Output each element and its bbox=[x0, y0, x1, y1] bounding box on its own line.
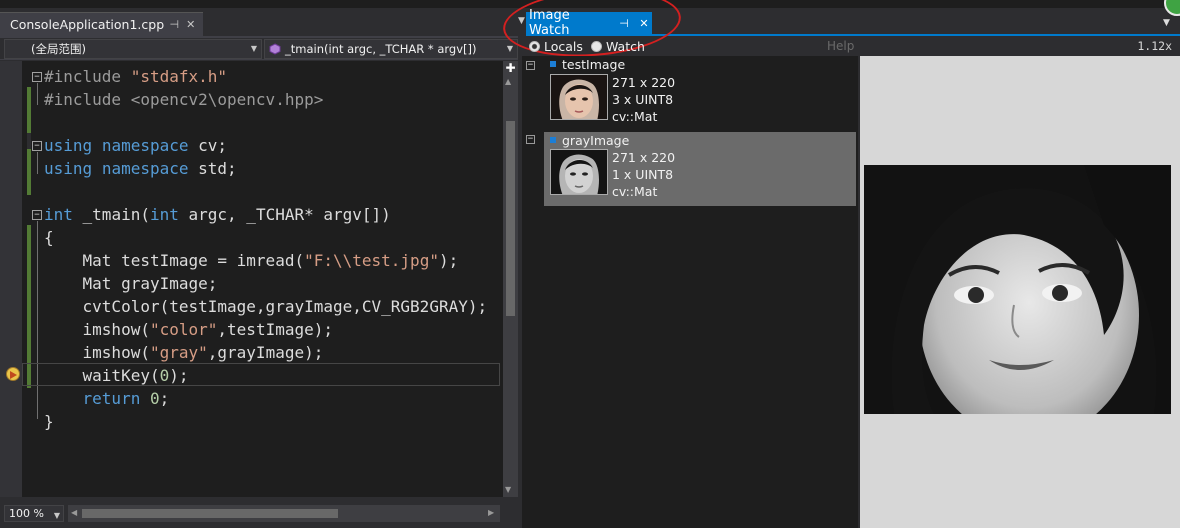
horizontal-scrollbar[interactable]: ◀ ▶ bbox=[68, 505, 500, 522]
code-line: imshow("gray",grayImage); bbox=[44, 343, 324, 362]
scope-dropdown-value: (全局范围) bbox=[31, 42, 86, 56]
code-line: imshow("color",testImage); bbox=[44, 320, 333, 339]
item-meta: 271 x 220 1 x UINT8 cv::Mat bbox=[612, 149, 675, 200]
image-bullet-icon bbox=[550, 137, 556, 143]
zoom-level: 1.12x bbox=[1137, 39, 1172, 53]
function-dropdown-value: _tmain(int argc, _TCHAR * argv[]) bbox=[285, 42, 477, 56]
code-line-current: waitKey(0); bbox=[44, 366, 189, 385]
scroll-down-icon[interactable]: ▼ bbox=[505, 485, 511, 494]
item-dims: 271 x 220 bbox=[612, 75, 676, 90]
code-line: cvtColor(testImage,grayImage,CV_RGB2GRAY… bbox=[44, 297, 488, 316]
scroll-up-icon[interactable]: ▲ bbox=[505, 77, 511, 86]
code-editor-pane: ConsoleApplication1.cpp ⊣ ✕ (全局范围) ▼ _tm… bbox=[0, 8, 518, 528]
watch-label[interactable]: Watch bbox=[606, 39, 645, 54]
scroll-left-icon[interactable]: ◀ bbox=[71, 508, 77, 517]
code-line: Mat testImage = imread("F:\\test.jpg"); bbox=[44, 251, 459, 270]
collapse-icon[interactable]: − bbox=[526, 61, 535, 70]
vertical-scrollbar[interactable]: ✚ ▲ ▼ bbox=[503, 61, 518, 497]
locals-label[interactable]: Locals bbox=[544, 39, 583, 54]
editor-status-bar: 100 % ▼ ◀ ▶ bbox=[0, 503, 518, 528]
tab-console-application-cpp[interactable]: ConsoleApplication1.cpp ⊣ ✕ bbox=[0, 12, 203, 36]
item-type: cv::Mat bbox=[612, 184, 658, 199]
code-line: } bbox=[44, 412, 54, 431]
chevron-down-icon: ▼ bbox=[53, 511, 60, 520]
collapse-icon[interactable]: − bbox=[32, 72, 42, 82]
zoom-value: 100 % bbox=[9, 507, 44, 520]
item-dims: 271 x 220 bbox=[612, 150, 676, 165]
close-icon[interactable]: ✕ bbox=[185, 18, 197, 31]
code-line: Mat grayImage; bbox=[44, 274, 218, 293]
method-icon bbox=[269, 43, 281, 55]
item-name: grayImage bbox=[562, 133, 630, 148]
function-dropdown[interactable]: _tmain(int argc, _TCHAR * argv[]) ▼ bbox=[264, 39, 518, 59]
navigation-bar: (全局范围) ▼ _tmain(int argc, _TCHAR * argv[… bbox=[0, 38, 518, 60]
glyph-margin[interactable] bbox=[0, 61, 22, 497]
watch-radio[interactable] bbox=[591, 41, 602, 52]
image-watch-toolbar: Locals Watch Help 1.12x bbox=[526, 38, 1180, 56]
scope-dropdown[interactable]: (全局范围) ▼ bbox=[4, 39, 262, 59]
scroll-right-icon[interactable]: ▶ bbox=[488, 508, 494, 517]
code-line: { bbox=[44, 228, 54, 247]
code-line: return 0; bbox=[44, 389, 170, 408]
image-viewer[interactable] bbox=[860, 56, 1180, 528]
code-line: #include <opencv2\opencv.hpp> bbox=[44, 90, 324, 109]
image-bullet-icon bbox=[550, 61, 556, 67]
list-item-test-image[interactable]: testImage 271 x 220 3 x UINT8 cv::Mat bbox=[544, 56, 856, 130]
locals-radio[interactable] bbox=[529, 41, 540, 52]
code-line: using namespace cv; bbox=[44, 136, 228, 155]
current-statement-icon[interactable] bbox=[6, 367, 20, 381]
collapse-icon[interactable]: − bbox=[32, 210, 42, 220]
gray-image-thumbnail bbox=[550, 149, 608, 195]
code-area[interactable]: − − − #include "stdafx.h" #include <open… bbox=[0, 61, 503, 497]
color-image-thumbnail bbox=[550, 74, 608, 120]
chevron-down-icon: ▼ bbox=[250, 44, 257, 53]
collapse-icon[interactable]: − bbox=[526, 135, 535, 144]
chevron-down-icon: ▼ bbox=[506, 44, 513, 53]
scroll-thumb[interactable] bbox=[506, 121, 515, 316]
image-watch-pane: ▼ Image Watch ⊣ ✕ Locals Watch Help 1.12… bbox=[500, 0, 1180, 528]
help-link[interactable]: Help bbox=[827, 39, 854, 53]
list-item-gray-image[interactable]: grayImage 271 x 220 1 x UINT8 cv::Mat bbox=[544, 132, 856, 206]
item-meta: 271 x 220 3 x UINT8 cv::Mat bbox=[612, 74, 675, 125]
collapse-icon[interactable]: − bbox=[32, 141, 42, 151]
item-channels: 3 x UINT8 bbox=[612, 92, 674, 107]
code-line: using namespace std; bbox=[44, 159, 237, 178]
image-list: − testImage 271 x 220 3 x UINT8 cv::Mat bbox=[522, 56, 858, 528]
item-channels: 1 x UINT8 bbox=[612, 167, 674, 182]
item-type: cv::Mat bbox=[612, 109, 658, 124]
code-line: #include "stdafx.h" bbox=[44, 67, 228, 86]
grayscale-portrait-image[interactable] bbox=[864, 165, 1171, 414]
split-window-icon[interactable]: ✚ bbox=[505, 62, 516, 74]
tab-title: ConsoleApplication1.cpp bbox=[10, 17, 165, 32]
code-line: int _tmain(int argc, _TCHAR* argv[]) bbox=[44, 205, 391, 224]
zoom-dropdown[interactable]: 100 % ▼ bbox=[4, 505, 64, 522]
chevron-down-icon[interactable]: ▼ bbox=[1163, 18, 1170, 28]
item-name: testImage bbox=[562, 57, 626, 72]
scroll-thumb[interactable] bbox=[82, 509, 338, 518]
pin-icon[interactable]: ⊣ bbox=[168, 18, 180, 31]
editor-tab-bar: ConsoleApplication1.cpp ⊣ ✕ bbox=[0, 8, 518, 36]
